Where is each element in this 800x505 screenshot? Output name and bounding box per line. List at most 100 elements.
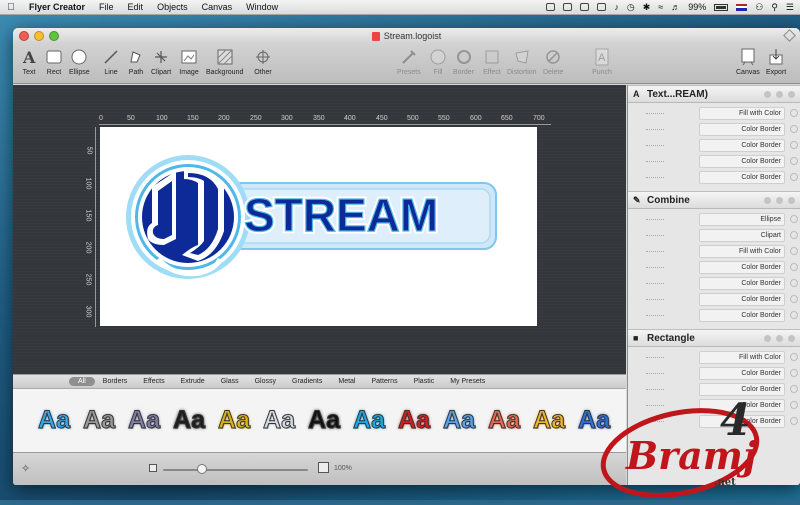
toggle-icon[interactable] [790,125,798,133]
drag-handle-icon[interactable] [646,372,664,374]
drag-handle-icon[interactable] [646,356,664,358]
filter-glass[interactable]: Glass [213,378,247,385]
drag-handle-icon[interactable] [646,160,664,162]
expand-icon[interactable] [788,90,795,98]
user-icon[interactable]: ⚇ [755,2,763,13]
menu-window[interactable]: Window [239,2,285,12]
toggle-icon[interactable] [790,173,798,181]
inspector-row[interactable]: Color Border [628,307,800,323]
zoom-slider-knob[interactable] [197,464,207,474]
inspector-row[interactable]: Color Border [628,275,800,291]
battery-percent[interactable]: 99% [688,2,706,12]
wifi-icon[interactable]: ≈ [658,2,663,12]
drag-handle-icon[interactable] [646,282,664,284]
effect-button[interactable]: Effect [482,47,502,76]
toggle-icon[interactable] [790,215,798,223]
drag-handle-icon[interactable] [646,314,664,316]
path-tool-button[interactable]: Path [126,47,146,76]
menu-canvas[interactable]: Canvas [195,2,240,12]
style-preset-tile[interactable]: Aa [305,403,343,437]
filter-gradients[interactable]: Gradients [284,378,330,385]
menu-objects[interactable]: Objects [150,2,195,12]
tray-drive-icon[interactable] [580,3,590,11]
spotlight-icon[interactable]: ⚲ [771,2,778,13]
filter-plastic[interactable]: Plastic [406,378,443,385]
toggle-icon[interactable] [790,263,798,271]
drag-handle-icon[interactable] [646,144,664,146]
inspector-section-header[interactable]: ■ Rectangle [628,329,800,347]
magic-wand-icon[interactable]: ✧ [21,462,30,475]
title-bar[interactable]: Stream.logoist [13,28,800,44]
style-preset-tile[interactable]: Aa [260,403,298,437]
toggle-icon[interactable] [790,247,798,255]
style-preset-tile[interactable]: Aa [80,403,118,437]
zoom-out-icon[interactable] [149,464,157,472]
volume-icon[interactable]: ♬ [671,2,680,12]
filter-borders[interactable]: Borders [95,378,136,385]
menu-edit[interactable]: Edit [121,2,151,12]
inspector-row[interactable]: Fill with Color [628,105,800,121]
visibility-icon[interactable] [776,196,783,204]
delete-button[interactable]: Delete [543,47,563,76]
filter-effects[interactable]: Effects [135,378,172,385]
style-preset-tile[interactable]: Aa [125,403,163,437]
tray-app-icon[interactable] [546,3,556,11]
inspector-row[interactable]: Color Border [628,153,800,169]
zoom-button[interactable] [49,31,59,41]
close-button[interactable] [19,31,29,41]
zoom-slider-track[interactable] [163,469,308,471]
drag-handle-icon[interactable] [646,266,664,268]
inspector-row[interactable]: Ellipse [628,211,800,227]
artboard[interactable]: STREAM STREAM [100,127,537,326]
image-tool-button[interactable]: Image [179,47,199,76]
inspector-row[interactable]: Fill with Color [628,243,800,259]
apple-menu-icon[interactable]:  [0,2,22,13]
toggle-icon[interactable] [790,311,798,319]
style-preset-tile[interactable]: Aa [485,403,523,437]
filter-my-presets[interactable]: My Presets [442,378,493,385]
input-source-flag-icon[interactable] [736,3,748,11]
tray-evernote-icon[interactable] [597,3,607,11]
menu-app-name[interactable]: Flyer Creator [22,2,92,12]
inspector-row[interactable]: Fill with Color [628,349,800,365]
expand-icon[interactable] [788,334,795,342]
fullscreen-icon[interactable] [783,29,796,42]
filter-patterns[interactable]: Patterns [364,378,406,385]
text-tool-button[interactable]: A Text [19,47,39,76]
ellipse-tool-button[interactable]: Ellipse [69,47,90,76]
style-preset-tile[interactable]: Aa [215,403,253,437]
rect-tool-button[interactable]: Rect [44,47,64,76]
drag-handle-icon[interactable] [646,388,664,390]
filter-metal[interactable]: Metal [330,378,363,385]
fill-button[interactable]: Fill [428,47,448,76]
border-button[interactable]: Border [453,47,474,76]
bluetooth-icon[interactable]: ✱ [643,2,651,13]
drag-handle-icon[interactable] [646,176,664,178]
distortion-button[interactable]: Distortion [507,47,537,76]
toggle-icon[interactable] [790,353,798,361]
inspector-row[interactable]: Clipart [628,227,800,243]
drag-handle-icon[interactable] [646,128,664,130]
style-preset-tile[interactable]: Aa [440,403,478,437]
toggle-icon[interactable] [790,231,798,239]
toggle-icon[interactable] [790,369,798,377]
canvas-button[interactable]: Canvas [736,47,760,76]
toggle-icon[interactable] [790,141,798,149]
presets-button[interactable]: Presets [397,47,421,76]
style-preset-tile[interactable]: Aa [395,403,433,437]
visibility-icon[interactable] [776,334,783,342]
minimize-button[interactable] [34,31,44,41]
export-button[interactable]: Export [766,47,786,76]
filter-all[interactable]: All [69,377,95,386]
inspector-row[interactable]: Color Border [628,259,800,275]
toggle-icon[interactable] [790,385,798,393]
toggle-icon[interactable] [790,157,798,165]
drag-handle-icon[interactable] [646,218,664,220]
filter-glossy[interactable]: Glossy [247,378,284,385]
tray-clock-icon[interactable]: ◷ [627,2,635,13]
battery-icon[interactable] [714,3,729,11]
stream-logo[interactable]: STREAM STREAM [100,127,537,326]
drag-handle-icon[interactable] [646,112,664,114]
line-tool-button[interactable]: Line [101,47,121,76]
inspector-row[interactable]: Color Border [628,121,800,137]
